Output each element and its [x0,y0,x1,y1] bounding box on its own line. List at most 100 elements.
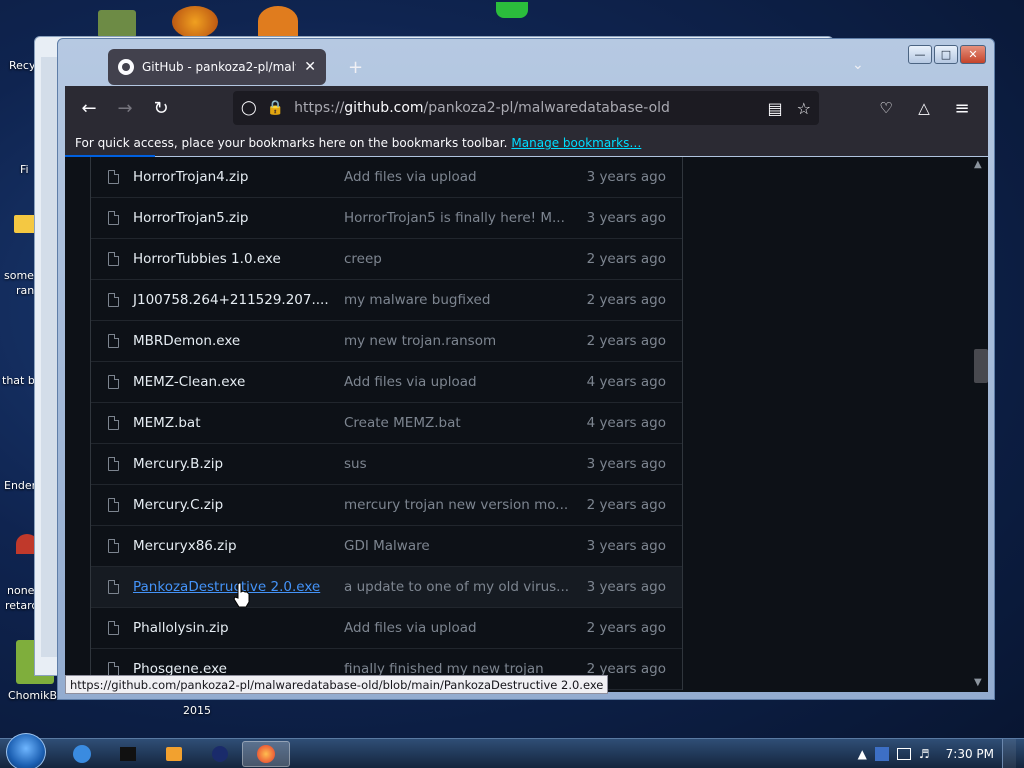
url-path: /pankoza2-pl/malwaredatabase-old [423,100,670,116]
file-row-hovered[interactable]: PankozaDestructive 2.0.exe a update to o… [91,567,682,608]
tab-strip: GitHub - pankoza2-pl/malware ✕ + ⌄ [66,47,946,85]
commit-message-link[interactable]: my new trojan.ransom [344,333,496,349]
taskbar-globe-icon[interactable] [196,741,244,767]
file-name-link[interactable]: Phallolysin.zip [133,620,229,636]
menu-hamburger-icon[interactable]: ≡ [944,90,980,126]
desktop-label-ender[interactable]: Ender [4,479,36,492]
pocket-icon[interactable]: ♡ [868,90,904,126]
file-name-link[interactable]: MEMZ.bat [133,415,201,431]
tracking-shield-icon[interactable]: ◯ [241,100,257,116]
bookmark-star-icon[interactable]: ☆ [797,99,811,118]
file-name-link[interactable]: HorrorTubbies 1.0.exe [133,251,281,267]
tab-title: GitHub - pankoza2-pl/malware [142,60,296,74]
show-desktop-button[interactable] [1002,739,1016,768]
file-name-link[interactable]: MBRDemon.exe [133,333,240,349]
taskbar-firefox-icon[interactable] [242,741,290,767]
commit-message-link[interactable]: creep [344,251,382,267]
tray-network-icon[interactable] [874,747,889,761]
file-name-link[interactable]: HorrorTrojan5.zip [133,210,248,226]
desktop-label-year: 2015 [183,704,211,717]
file-row[interactable]: Mercury.B.zip sus 3 years ago [91,444,682,485]
commit-message-link[interactable]: GDI Malware [344,538,430,554]
desktop-label-fi[interactable]: Fi [20,163,29,176]
page-scrollbar[interactable]: ▲ ▼ [972,157,988,692]
desktop-label-that[interactable]: that b [2,374,35,387]
file-list: HorrorTrojan4.zip Add files via upload 3… [90,157,683,690]
file-row[interactable]: MEMZ.bat Create MEMZ.bat 4 years ago [91,403,682,444]
desktop-label-chomik[interactable]: ChomikB [8,689,57,702]
file-row[interactable]: J100758.264+211529.207.... my malware bu… [91,280,682,321]
commit-message-link[interactable]: mercury trojan new version mo... [344,497,568,513]
file-row[interactable]: Mercuryx86.zip GDI Malware 3 years ago [91,526,682,567]
file-icon [108,375,119,389]
file-row[interactable]: HorrorTubbies 1.0.exe creep 2 years ago [91,239,682,280]
forward-arrow-icon[interactable]: → [107,90,143,126]
file-name-link[interactable]: Mercury.C.zip [133,497,223,513]
tab-close-icon[interactable]: ✕ [304,59,316,75]
tray-action-center-icon[interactable] [896,748,911,760]
commit-message-link[interactable]: Add files via upload [344,374,477,390]
lock-icon[interactable]: 🔒 [267,100,284,116]
taskbar-app-icon[interactable] [104,741,152,767]
file-icon [108,662,119,676]
tray-volume-icon[interactable]: ♬ [919,747,930,761]
commit-age: 2 years ago [586,251,666,267]
extensions-icon[interactable]: △ [906,90,942,126]
file-name-link[interactable]: HorrorTrojan4.zip [133,169,248,185]
desktop-label-some[interactable]: some [4,269,34,282]
desktop-label-retarc[interactable]: retarc [5,599,37,612]
file-name-link[interactable]: PankozaDestructive 2.0.exe [133,579,320,595]
taskbar-ie-icon[interactable] [58,741,106,767]
file-name-link[interactable]: MEMZ-Clean.exe [133,374,245,390]
scrollbar-thumb[interactable] [974,349,988,383]
desktop-icon-folder[interactable] [14,215,36,233]
url-bar[interactable]: ◯ 🔒 https://github.com/pankoza2-pl/malwa… [233,91,819,125]
desktop-label-recycle[interactable]: Recy [9,59,35,72]
file-name-link[interactable]: Mercuryx86.zip [133,538,237,554]
commit-message-link[interactable]: Create MEMZ.bat [344,415,461,431]
url-text[interactable]: https://github.com/pankoza2-pl/malwareda… [294,100,670,116]
commit-age: 3 years ago [586,579,666,595]
commit-message-link[interactable]: Add files via upload [344,169,477,185]
file-row[interactable]: HorrorTrojan5.zip HorrorTrojan5 is final… [91,198,682,239]
file-row[interactable]: MEMZ-Clean.exe Add files via upload 4 ye… [91,362,682,403]
commit-message-link[interactable]: my malware bugfixed [344,292,490,308]
commit-age: 3 years ago [586,538,666,554]
url-host: github.com [344,100,424,116]
commit-age: 2 years ago [586,620,666,636]
file-row[interactable]: MBRDemon.exe my new trojan.ransom 2 year… [91,321,682,362]
commit-message-link[interactable]: Add files via upload [344,620,477,636]
taskbar: ▲ ♬ 7:30 PM [0,733,1024,768]
file-icon [108,334,119,348]
manage-bookmarks-link[interactable]: Manage bookmarks… [511,136,641,150]
list-all-tabs-chevron-icon[interactable]: ⌄ [852,57,864,73]
file-row[interactable]: Mercury.C.zip mercury trojan new version… [91,485,682,526]
file-icon [108,293,119,307]
reload-icon[interactable]: ↻ [143,90,179,126]
back-arrow-icon[interactable]: ← [71,90,107,126]
close-window-button[interactable]: ✕ [960,45,986,64]
desktop-label-ran[interactable]: ran [16,284,34,297]
file-name-link[interactable]: J100758.264+211529.207.... [133,292,329,308]
file-icon [108,170,119,184]
commit-message-link[interactable]: sus [344,456,367,472]
file-name-link[interactable]: Mercury.B.zip [133,456,223,472]
new-tab-button[interactable]: + [348,57,363,78]
reader-view-icon[interactable]: ▤ [768,99,783,118]
file-row[interactable]: Phallolysin.zip Add files via upload 2 y… [91,608,682,649]
scroll-down-arrow-icon[interactable]: ▼ [974,677,982,688]
scroll-up-arrow-icon[interactable]: ▲ [974,159,982,170]
file-icon [108,621,119,635]
file-icon [108,211,119,225]
tab-github[interactable]: GitHub - pankoza2-pl/malware ✕ [108,49,326,85]
taskbar-media-icon[interactable] [150,741,198,767]
clock[interactable]: 7:30 PM [946,747,994,761]
desktop-label-none[interactable]: none [7,584,34,597]
tray-expand-icon[interactable]: ▲ [858,747,867,761]
start-button[interactable] [6,733,46,768]
page-content: HorrorTrojan4.zip Add files via upload 3… [65,157,988,692]
commit-message-link[interactable]: a update to one of my old virus... [344,579,569,595]
commit-message-link[interactable]: HorrorTrojan5 is finally here! M... [344,210,565,226]
commit-age: 4 years ago [586,415,666,431]
file-row[interactable]: HorrorTrojan4.zip Add files via upload 3… [91,157,682,198]
